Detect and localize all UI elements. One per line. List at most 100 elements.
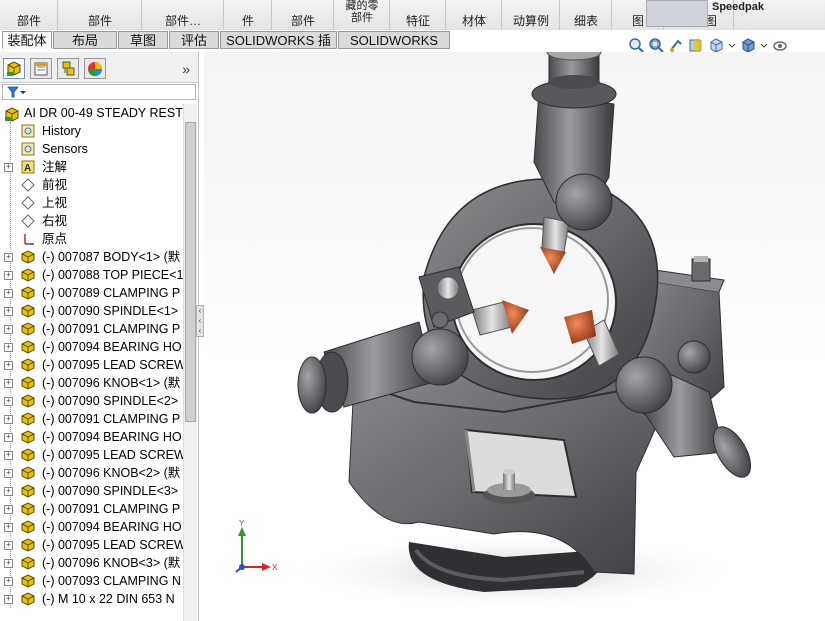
tree-item[interactable]: + (-) 007096 KNOB<3> (默 (0, 554, 183, 572)
steady-rest-model[interactable]: Y X (204, 52, 825, 621)
expand-toggle-icon[interactable]: + (4, 307, 13, 316)
expand-toggle-icon[interactable]: + (4, 415, 13, 424)
tree-item[interactable]: + (-) 007091 CLAMPING P (0, 410, 183, 428)
tree-item[interactable]: Sensors (0, 140, 183, 158)
tree-item[interactable]: + (-) 007094 BEARING HO (0, 338, 183, 356)
origin-icon (21, 232, 35, 246)
tab-3[interactable]: 评估 (169, 31, 219, 49)
tree-filter[interactable] (2, 84, 196, 100)
panel-collapse-handle[interactable]: ‹ ‹ ‹ (196, 305, 204, 337)
tree-item[interactable]: 上视 (0, 194, 183, 212)
expand-toggle-icon[interactable]: + (4, 433, 13, 442)
chevron-down-icon[interactable] (760, 37, 768, 53)
plane-icon (21, 196, 35, 210)
tree-item[interactable]: + (-) 007094 BEARING HO (0, 428, 183, 446)
tree-item[interactable]: 原点 (0, 230, 183, 248)
expand-toggle-icon[interactable]: + (4, 361, 13, 370)
tree-item[interactable]: + (-) 007087 BODY<1> (默 (0, 248, 183, 266)
chevron-down-icon[interactable] (728, 37, 736, 53)
expand-toggle-icon[interactable]: + (4, 163, 13, 172)
tree-item-label: (-) 007096 KNOB<2> (默 (42, 466, 181, 480)
tab-1[interactable]: 布局 (53, 31, 117, 49)
expand-toggle-icon[interactable]: + (4, 577, 13, 586)
tree-item[interactable]: + (-) 007091 CLAMPING P (0, 320, 183, 338)
command-button[interactable]: 部件 (58, 0, 142, 30)
tree-item[interactable]: + (-) 007096 KNOB<1> (默 (0, 374, 183, 392)
tree-item-label: 上视 (42, 196, 68, 210)
display-manager-tab[interactable] (84, 58, 106, 79)
expand-toggle-icon[interactable]: + (4, 505, 13, 514)
command-button[interactable]: 特征 (390, 0, 446, 30)
tree-item[interactable]: + (-) 007096 KNOB<2> (默 (0, 464, 183, 482)
display-style-icon[interactable] (740, 37, 756, 53)
command-placeholder-button[interactable] (646, 0, 708, 27)
expand-toggle-icon[interactable]: + (4, 469, 13, 478)
command-button[interactable]: 部件 (0, 0, 58, 30)
expand-toggle-icon[interactable]: + (4, 397, 13, 406)
expand-toggle-icon[interactable]: + (4, 595, 13, 604)
zoom-area-icon[interactable] (648, 37, 664, 53)
tree-item[interactable]: + (-) 007090 SPINDLE<1> (0, 302, 183, 320)
tree-item-label: (-) 007088 TOP PIECE<1 (42, 268, 183, 282)
tab-4[interactable]: SOLIDWORKS 插件 (220, 31, 337, 66)
expand-toggle-icon[interactable]: + (4, 541, 13, 550)
expand-toggle-icon[interactable]: + (4, 271, 13, 280)
tree-item[interactable]: + (-) 007095 LEAD SCREW (0, 446, 183, 464)
expand-toggle-icon[interactable]: + (4, 487, 13, 496)
command-button[interactable]: 藏的零 部件 (334, 0, 390, 30)
feature-manager-tab[interactable] (3, 58, 25, 79)
previous-view-icon[interactable] (668, 37, 684, 53)
command-button[interactable]: 部件… (142, 0, 224, 30)
expand-toggle-icon[interactable]: + (4, 253, 13, 262)
tree-scrollbar[interactable] (183, 104, 197, 621)
graphics-area[interactable]: Y X (204, 52, 825, 621)
expand-toggle-icon[interactable]: + (4, 379, 13, 388)
tree-item-label: 原点 (42, 232, 68, 246)
command-button[interactable]: 动算例 (502, 0, 560, 30)
tree-item[interactable]: + (-) 007095 LEAD SCREW (0, 356, 183, 374)
command-button[interactable]: 材体 (446, 0, 502, 30)
tree-item[interactable]: + (-) 007093 CLAMPING N (0, 572, 183, 590)
expand-toggle-icon[interactable]: + (4, 343, 13, 352)
expand-toggle-icon[interactable]: + (4, 451, 13, 460)
configuration-manager-tab[interactable] (57, 58, 79, 79)
tree-item[interactable]: 右视 (0, 212, 183, 230)
tree-item[interactable]: + (-) M 10 x 22 DIN 653 N (0, 590, 183, 608)
command-button[interactable]: 部件 (272, 0, 334, 30)
scrollbar-thumb[interactable] (185, 122, 196, 422)
tab-0[interactable]: 装配体 (2, 31, 52, 49)
part-icon (21, 394, 35, 408)
tab-5[interactable]: SOLIDWORKS MBD (338, 31, 450, 66)
tree-item[interactable]: + (-) 007089 CLAMPING P (0, 284, 183, 302)
tree-item[interactable]: + (-) 007094 BEARING HO (0, 518, 183, 536)
zoom-to-fit-icon[interactable] (628, 37, 644, 53)
tree-item[interactable]: + (-) 007088 TOP PIECE<1 (0, 266, 183, 284)
tab-2[interactable]: 草图 (118, 31, 168, 49)
expand-toggle-icon[interactable]: + (4, 559, 13, 568)
expand-toggle-icon[interactable]: + (4, 325, 13, 334)
tree-item[interactable]: + (-) 007090 SPINDLE<3> (0, 482, 183, 500)
tree-item[interactable]: History (0, 122, 183, 140)
command-button[interactable]: 细表 (560, 0, 612, 30)
plane-icon (21, 178, 35, 192)
section-view-icon[interactable] (688, 37, 704, 53)
tree-item[interactable]: + (-) 007090 SPINDLE<2> (0, 392, 183, 410)
triad-y-label: Y (239, 519, 245, 528)
tree-item[interactable]: 前视 (0, 176, 183, 194)
tree-item[interactable]: + A 注解 (0, 158, 183, 176)
filter-icon[interactable] (7, 86, 27, 102)
tree-item-label: (-) 007090 SPINDLE<3> (42, 484, 179, 498)
view-orientation-icon[interactable] (708, 37, 724, 53)
speedpak-button[interactable]: Speedpak (712, 1, 764, 13)
expand-panel-button[interactable]: » (182, 61, 190, 77)
tree-item[interactable]: + (-) 007095 LEAD SCREW (0, 536, 183, 554)
feature-manager-tabs: » (0, 52, 198, 83)
expand-toggle-icon[interactable]: + (4, 523, 13, 532)
tree-item-label: (-) 007087 BODY<1> (默 (42, 250, 181, 264)
tree-item[interactable]: + (-) 007091 CLAMPING P (0, 500, 183, 518)
command-button[interactable]: 件 (224, 0, 272, 30)
property-manager-tab[interactable] (30, 58, 52, 79)
hide-show-icon[interactable] (772, 37, 788, 53)
part-icon (21, 448, 35, 462)
expand-toggle-icon[interactable]: + (4, 289, 13, 298)
